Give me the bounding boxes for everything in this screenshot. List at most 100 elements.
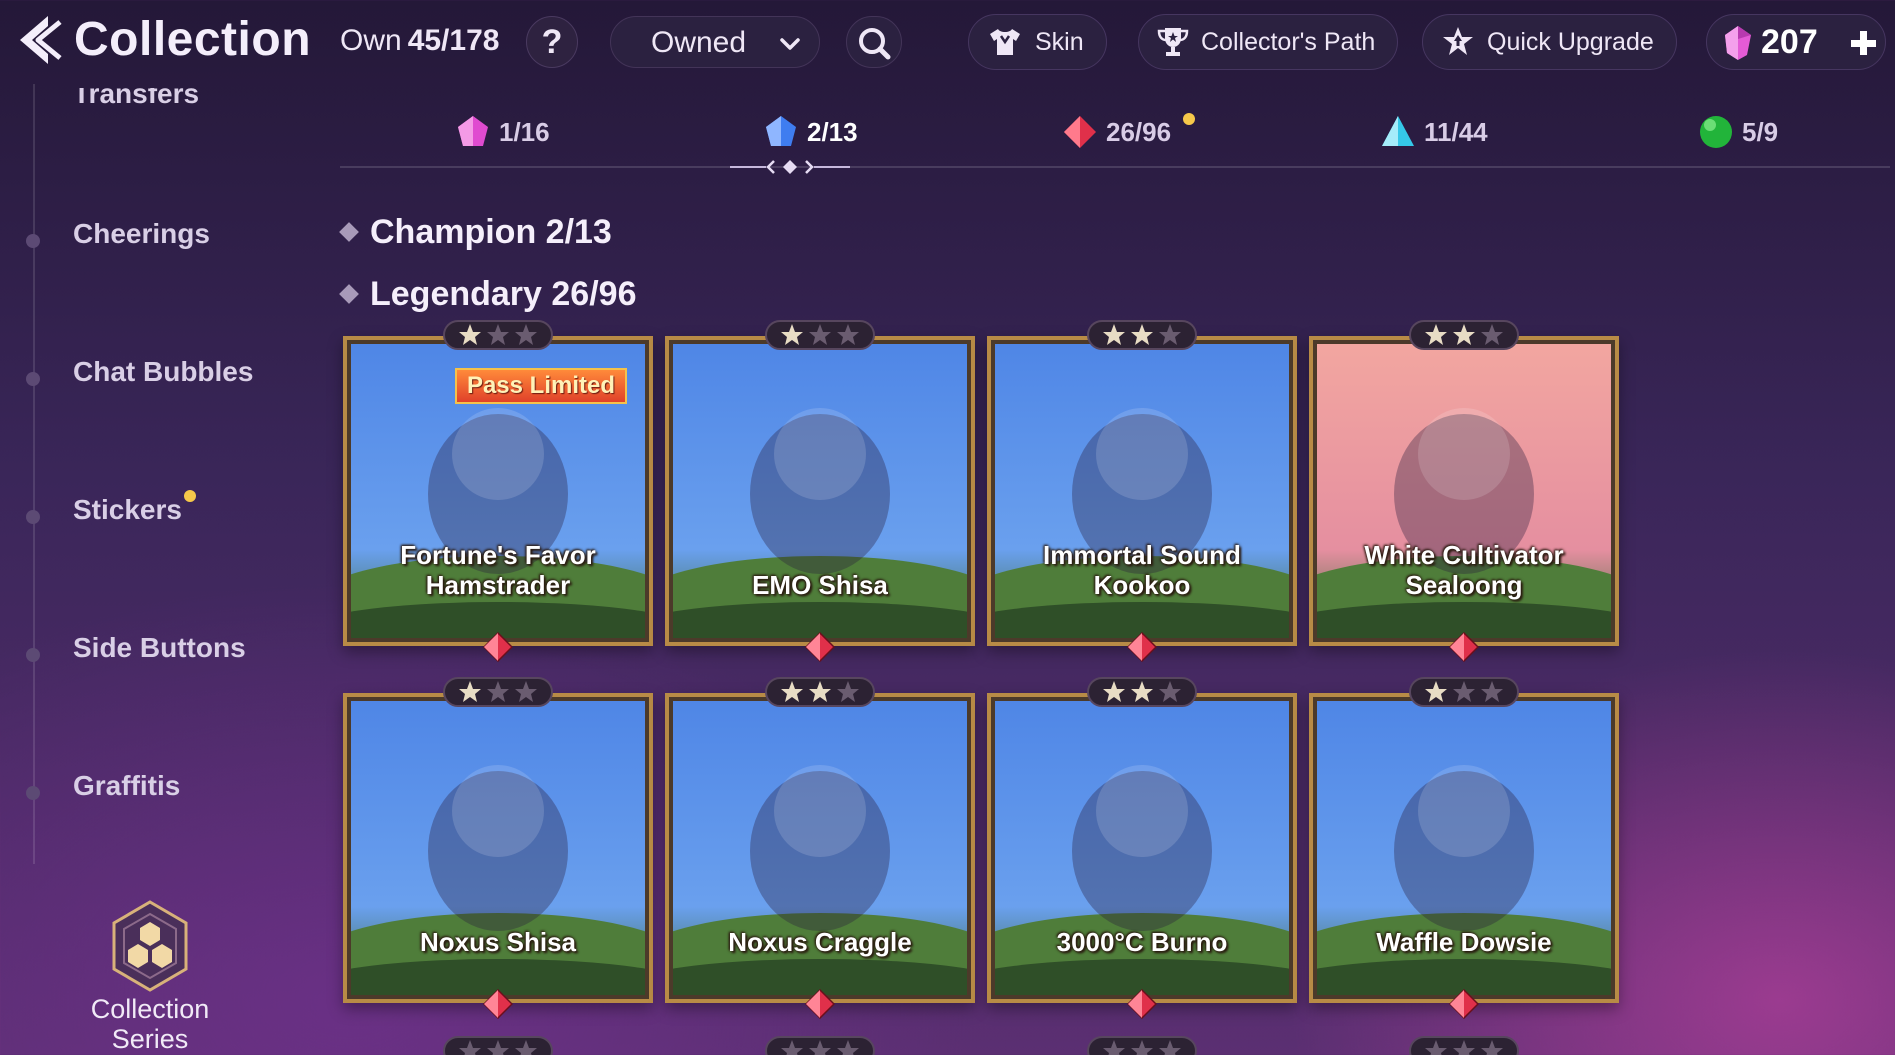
collectors-path-button[interactable]: Collector's Path	[1138, 14, 1399, 70]
star-empty-icon	[515, 681, 537, 702]
star-rating	[1087, 320, 1197, 350]
collection-card[interactable]: Pass Limited Fortune's Favor Hamstrader	[343, 336, 653, 646]
section-champion[interactable]: Champion 2/13	[339, 210, 612, 254]
star-empty-icon	[837, 324, 859, 345]
quick-upgrade-button[interactable]: Quick Upgrade	[1422, 14, 1677, 70]
star-empty-icon	[1481, 1040, 1503, 1055]
notification-badge	[1183, 113, 1196, 125]
star-filled-icon	[459, 324, 481, 345]
star-empty-icon	[1453, 1040, 1475, 1055]
section-diamond-icon	[339, 222, 359, 242]
star-filled-icon	[1425, 681, 1447, 702]
card-art: Immortal Sound Kookoo	[995, 344, 1289, 638]
star-upgrade-icon	[1443, 27, 1473, 55]
skin-button[interactable]: Skin	[968, 14, 1107, 70]
search-button[interactable]	[846, 16, 902, 68]
star-rating-partial	[1409, 1036, 1519, 1055]
blue-gem-icon	[766, 116, 796, 146]
star-empty-icon	[487, 1040, 509, 1055]
collection-card[interactable]: Noxus Shisa	[343, 693, 653, 1003]
red-gem-icon	[1064, 116, 1096, 148]
star-filled-icon	[1131, 324, 1153, 345]
filter-selected-value: Owned	[651, 26, 747, 59]
card-name: Hamstrader	[425, 570, 571, 600]
card-name: Sealoong	[1405, 570, 1523, 600]
collection-card[interactable]: Immortal Sound Kookoo	[987, 336, 1297, 646]
own-counter: Own 45/178	[340, 24, 499, 58]
section-legendary[interactable]: Legendary 26/96	[339, 272, 637, 316]
own-label: Own	[340, 24, 402, 57]
rarity-tabs: 1/16 2/13 26/96 11/44 5/9	[340, 100, 1890, 180]
collection-card[interactable]: Noxus Craggle	[665, 693, 975, 1003]
star-empty-icon	[809, 1040, 831, 1055]
card-art: Noxus Craggle	[673, 701, 967, 995]
plus-icon[interactable]	[1845, 23, 1881, 63]
card-name: EMO Shisa	[752, 570, 888, 600]
card-name: Waffle Dowsie	[1376, 927, 1552, 957]
tab-count: 2/13	[807, 116, 858, 147]
sidebar-dot	[26, 234, 40, 248]
page-title: Collection	[74, 13, 312, 66]
star-filled-icon	[1131, 681, 1153, 702]
sidebar-item-label: Cheerings	[73, 218, 210, 249]
star-empty-icon	[459, 1040, 481, 1055]
star-filled-icon	[1453, 324, 1475, 345]
section-title: Legendary 26/96	[370, 274, 637, 313]
card-name: Noxus Shisa	[419, 927, 577, 957]
legendary-gem-icon	[1449, 632, 1479, 662]
card-art: Noxus Shisa	[351, 701, 645, 995]
star-empty-icon	[809, 324, 831, 345]
ownership-filter-dropdown[interactable]: Owned	[610, 16, 820, 68]
star-rating-partial	[765, 1036, 875, 1055]
card-art: 3000°C Burno	[995, 701, 1289, 995]
star-empty-icon	[837, 681, 859, 702]
pink-gem-icon	[1725, 26, 1751, 60]
chevron-down-icon	[780, 38, 800, 50]
skin-label: Skin	[1035, 27, 1084, 56]
collection-card[interactable]: Waffle Dowsie	[1309, 693, 1619, 1003]
collection-card[interactable]: 3000°C Burno	[987, 693, 1297, 1003]
legendary-gem-icon	[483, 989, 513, 1019]
tab-count: 5/9	[1742, 116, 1779, 147]
legendary-gem-icon	[483, 632, 513, 662]
collection-card[interactable]: White Cultivator Sealoong	[1309, 336, 1619, 646]
tab-rarity-pink[interactable]: 1/16	[455, 110, 550, 154]
back-arrow-icon[interactable]	[8, 10, 66, 70]
star-empty-icon	[487, 681, 509, 702]
collection-card[interactable]: EMO Shisa	[665, 336, 975, 646]
star-empty-icon	[1131, 1040, 1153, 1055]
card-art: EMO Shisa	[673, 344, 967, 638]
star-rating	[765, 677, 875, 707]
star-empty-icon	[515, 324, 537, 345]
star-rating	[1409, 320, 1519, 350]
question-icon: ?	[541, 23, 563, 61]
star-filled-icon	[781, 681, 803, 702]
legendary-gem-icon	[1127, 632, 1157, 662]
card-name: Kookoo	[1093, 570, 1191, 600]
star-empty-icon	[1425, 1040, 1447, 1055]
star-empty-icon	[781, 1040, 803, 1055]
tab-rarity-green[interactable]: 5/9	[1698, 110, 1778, 154]
notification-badge	[184, 490, 196, 502]
sidebar-item-label: Chat Bubbles	[73, 356, 254, 387]
star-empty-icon	[1159, 324, 1181, 345]
star-filled-icon	[1103, 681, 1125, 702]
star-rating	[443, 320, 553, 350]
star-rating	[443, 677, 553, 707]
tab-rarity-cyan[interactable]: 11/44	[1380, 110, 1488, 154]
shirt-icon	[990, 29, 1020, 55]
star-empty-icon	[487, 324, 509, 345]
sidebar-item-label: Side Buttons	[73, 632, 246, 663]
cyan-gem-icon	[1382, 116, 1414, 146]
tab-count: 26/96	[1106, 116, 1172, 147]
help-button[interactable]: ?	[526, 16, 578, 68]
star-empty-icon	[837, 1040, 859, 1055]
collection-series-button[interactable]: Collection Series	[60, 900, 240, 1054]
tab-rarity-blue[interactable]: 2/13	[763, 110, 858, 154]
star-filled-icon	[1103, 324, 1125, 345]
active-tab-indicator	[730, 160, 850, 174]
sidebar-track	[33, 84, 35, 864]
green-orb-icon	[1700, 116, 1732, 148]
card-name-line1: Immortal Sound	[1043, 540, 1241, 570]
tab-rarity-red[interactable]: 26/96	[1062, 110, 1196, 154]
